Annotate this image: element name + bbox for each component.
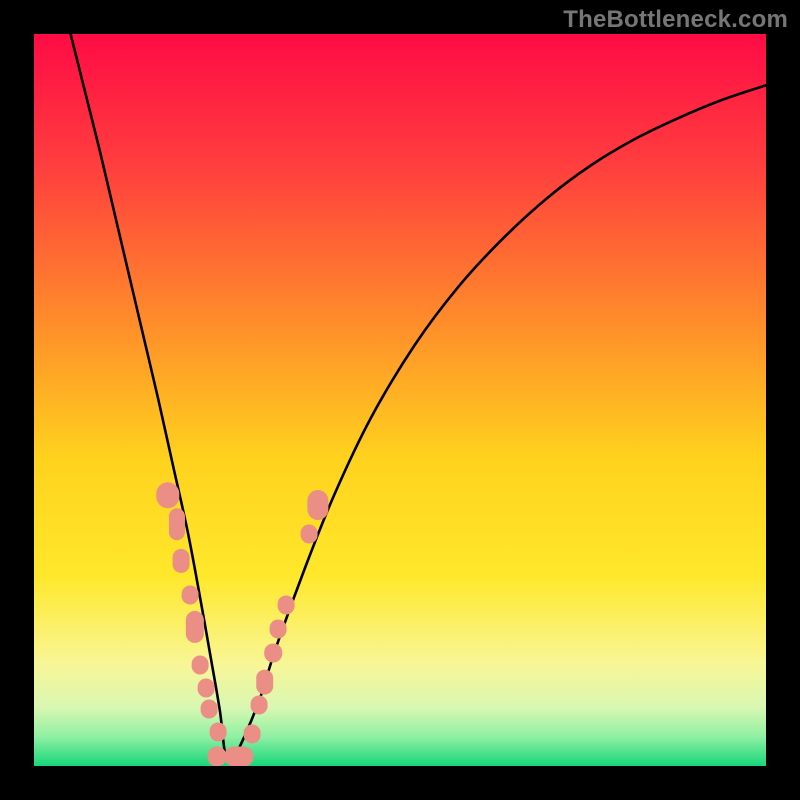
data-marker [269, 620, 286, 639]
data-marker [201, 699, 218, 718]
data-marker [192, 655, 209, 674]
bottleneck-curve [34, 34, 766, 766]
data-marker [224, 747, 253, 766]
data-marker [256, 669, 274, 694]
data-marker [277, 595, 294, 614]
data-marker [198, 678, 215, 697]
data-marker [169, 509, 185, 540]
chart-stage: TheBottleneck.com [0, 0, 800, 800]
data-marker [181, 586, 198, 605]
data-marker [209, 723, 226, 742]
data-marker [173, 549, 190, 573]
data-marker [265, 643, 283, 662]
plot-area [34, 34, 766, 766]
data-marker [301, 524, 318, 543]
data-marker [244, 724, 261, 743]
watermark-text: TheBottleneck.com [563, 6, 788, 34]
data-marker [156, 482, 179, 508]
data-marker [307, 490, 328, 520]
data-marker [251, 695, 268, 714]
data-marker [186, 611, 204, 643]
